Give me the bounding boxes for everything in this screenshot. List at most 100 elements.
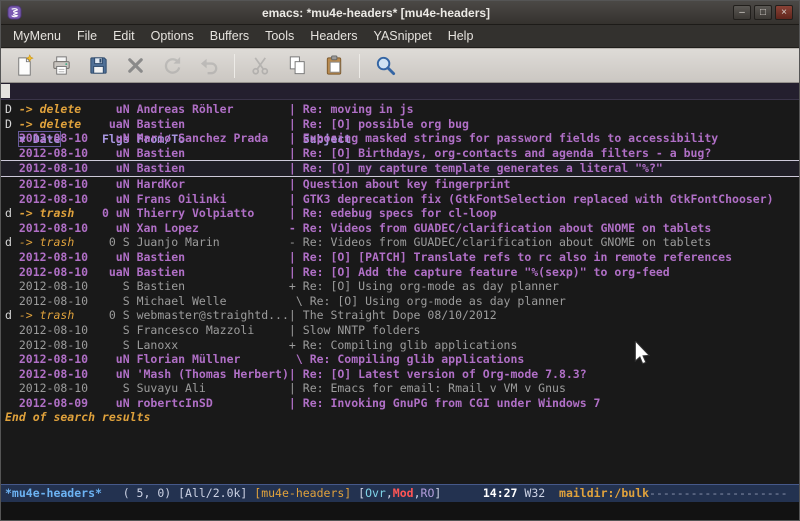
refresh-button[interactable] (157, 51, 187, 80)
subject-cell: GTK3 deprecation fix (GtkFontSelection r… (303, 192, 774, 206)
date-cell: 2012-08-10 (19, 265, 95, 279)
copy-button[interactable] (282, 51, 312, 80)
close-buffer-button[interactable] (120, 51, 150, 80)
menu-item-help[interactable]: Help (440, 25, 482, 48)
message-row[interactable]: 2012-08-10 uaN Bastien | Re: [O] Add the… (1, 265, 799, 280)
flags-cell: uaN (95, 117, 137, 131)
mark-cell: d (5, 206, 19, 220)
message-row[interactable]: 2012-08-10 uN Florian Müllner \ Re: Comp… (1, 352, 799, 367)
maximize-button[interactable]: □ (754, 5, 772, 20)
menu-item-options[interactable]: Options (143, 25, 202, 48)
message-row[interactable]: d -> trash 0 S webmaster@straightd...| T… (1, 308, 799, 323)
message-row[interactable]: d -> trash 0 S Juanjo Marin - Re: Videos… (1, 235, 799, 250)
menu-item-edit[interactable]: Edit (105, 25, 143, 48)
undo-button[interactable] (194, 51, 224, 80)
toolbar (1, 48, 799, 83)
message-row[interactable]: 2012-08-10 S Michael Welle \ Re: [O] Usi… (1, 294, 799, 309)
modeline-ro: RO (421, 486, 435, 500)
message-row[interactable]: D -> delete uaN Bastien | Re: [O] possib… (1, 117, 799, 132)
message-row[interactable]: d -> trash 0 uN Thierry Volpiatto | Re: … (1, 206, 799, 221)
mark-cell: D (5, 102, 19, 116)
subject-cell: Re: [O] Using org-mode as day planner (303, 279, 559, 293)
flags-cell: 0 uN (95, 206, 137, 220)
title-bar[interactable]: emacs: *mu4e-headers* [mu4e-headers] –□× (1, 1, 799, 25)
message-row[interactable]: 2012-08-10 uN Bastien | Re: [O] [PATCH] … (1, 250, 799, 265)
flags-cell: S (95, 338, 137, 352)
message-row[interactable]: D -> delete uN Andreas Röhler | Re: movi… (1, 102, 799, 117)
flags-cell: S (95, 381, 137, 395)
message-row[interactable]: 2012-08-09 uN robertcInSD | Re: Invoking… (1, 396, 799, 411)
thread-separator: | (289, 102, 303, 116)
date-cell: 2012-08-10 (19, 352, 95, 366)
mark-cell (5, 131, 19, 145)
mark-cell (5, 294, 19, 308)
modeline-mod: Mod (393, 486, 414, 500)
thread-separator: \ (289, 294, 310, 308)
subject-cell: Re: [O] Latest version of Org-mode 7.8.3… (303, 367, 587, 381)
mark-cell (5, 381, 19, 395)
date-cell: 2012-08-10 (19, 221, 95, 235)
modeline-plain: [All/2.0k] (178, 486, 254, 500)
search-button[interactable] (370, 51, 400, 80)
date-cell: 2012-08-10 (19, 146, 95, 160)
menu-item-buffers[interactable]: Buffers (202, 25, 257, 48)
message-row[interactable]: 2012-08-10 uN Mario Sanchez Prada | Expo… (1, 131, 799, 146)
thread-separator: | (289, 177, 303, 191)
modeline-plain: , (414, 486, 421, 500)
mouse-cursor (634, 341, 650, 365)
save-button[interactable] (83, 51, 113, 80)
date-cell: 2012-08-10 (19, 323, 95, 337)
date-cell: 2012-08-10 (19, 250, 95, 264)
thread-separator: \ (289, 352, 310, 366)
from-cell: Michael Welle (137, 294, 289, 308)
subject-cell: Re: [O] Add the capture feature "%(sexp)… (303, 265, 670, 279)
message-row[interactable]: 2012-08-10 S Suvayu Ali | Re: Emacs for … (1, 381, 799, 396)
message-row[interactable]: 2012-08-10 S Francesco Mazzoli | Slow NN… (1, 323, 799, 338)
message-row[interactable]: 2012-08-10 uN Frans Oilinki | GTK3 depre… (1, 192, 799, 207)
message-row[interactable]: 2012-08-10 uN 'Mash (Thomas Herbert)| Re… (1, 367, 799, 382)
mark-cell (5, 250, 19, 264)
print-button[interactable] (46, 51, 76, 80)
date-cell: 2012-08-10 (19, 294, 95, 308)
menu-item-file[interactable]: File (69, 25, 105, 48)
new-file-button[interactable] (9, 51, 39, 80)
paste-icon (323, 54, 346, 77)
message-row[interactable]: 2012-08-10 uN Bastien | Re: [O] Birthday… (1, 146, 799, 161)
echo-area[interactable] (1, 502, 799, 520)
message-row[interactable]: 2012-08-10 S Lanoxx + Re: Compiling glib… (1, 338, 799, 353)
message-list[interactable]: D -> delete uN Andreas Röhler | Re: movi… (1, 100, 799, 484)
thread-separator: | (289, 131, 303, 145)
from-cell: Xan Lopez (137, 221, 289, 235)
menu-item-mymenu[interactable]: MyMenu (5, 25, 69, 48)
from-cell: HardKor (137, 177, 289, 191)
date-cell: 2012-08-10 (19, 192, 95, 206)
menu-item-headers[interactable]: Headers (302, 25, 365, 48)
from-cell: Bastien (137, 161, 289, 175)
paste-button[interactable] (319, 51, 349, 80)
search-icon (374, 54, 397, 77)
mark-cell: d (5, 308, 19, 322)
message-row[interactable]: 2012-08-10 uN Xan Lopez - Re: Videos fro… (1, 221, 799, 236)
menu-item-yasnippet[interactable]: YASnippet (366, 25, 440, 48)
toolbar-separator (234, 54, 235, 78)
date-cell: 2012-08-10 (19, 279, 95, 293)
cut-button[interactable] (245, 51, 275, 80)
window-controls: –□× (730, 5, 793, 20)
copy-icon (286, 54, 309, 77)
subject-cell: Re: [O] Birthdays, org-contacts and agen… (303, 146, 712, 160)
subject-cell: Exposing masked strings for password fie… (303, 131, 718, 145)
thread-separator: - (289, 235, 303, 249)
message-row[interactable]: 2012-08-10 uN Bastien | Re: [O] my captu… (1, 160, 799, 177)
menu-item-tools[interactable]: Tools (257, 25, 302, 48)
flags-cell: uN (95, 131, 137, 145)
close-button[interactable]: × (775, 5, 793, 20)
mark-cell (5, 221, 19, 235)
subject-cell: Slow NNTP folders (303, 323, 421, 337)
message-row[interactable]: 2012-08-10 S Bastien + Re: [O] Using org… (1, 279, 799, 294)
from-cell: Florian Müllner (137, 352, 289, 366)
date-cell: -> trash (19, 308, 95, 322)
message-row[interactable]: 2012-08-10 uN HardKor | Question about k… (1, 177, 799, 192)
minimize-button[interactable]: – (733, 5, 751, 20)
modeline-dashes: -------------------- (649, 486, 787, 500)
date-cell: 2012-08-10 (19, 381, 95, 395)
